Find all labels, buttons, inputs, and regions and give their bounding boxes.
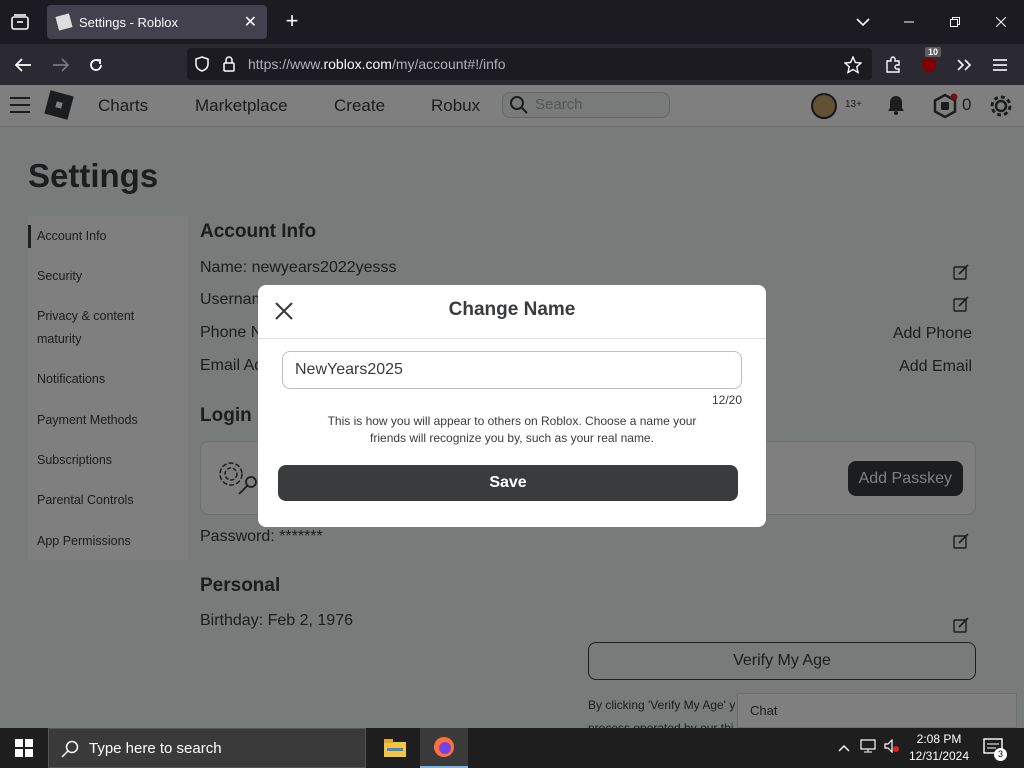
reload-icon[interactable] [83,52,109,78]
restore-icon[interactable] [932,0,978,44]
shield-icon[interactable] [195,56,209,77]
display-name-input[interactable] [282,351,742,389]
overflow-chevrons-icon[interactable] [951,52,977,78]
firefox-icon[interactable] [420,728,468,768]
volume-muted-icon[interactable] [884,738,900,758]
system-tray [838,728,900,768]
save-button[interactable]: Save [278,465,738,501]
bookmark-star-icon[interactable] [840,52,866,78]
notification-count-badge: 3 [994,748,1007,761]
extensions-puzzle-icon[interactable] [880,52,906,78]
action-center-icon[interactable]: 3 [982,736,1007,761]
windows-taskbar: Type here to search 2:08 PM 12/31/2024 3 [0,728,1024,768]
modal-description: This is how you will appear to others on… [327,414,697,445]
url-bar[interactable]: https://www.roblox.com/my/account#!/info [187,48,872,80]
network-icon[interactable] [860,738,876,758]
windows-start-icon[interactable] [0,728,48,768]
app-menu-icon[interactable] [987,52,1013,78]
clock-time: 2:08 PM [916,732,962,746]
window-close-icon[interactable] [978,0,1024,44]
change-name-modal: Change Name 12/20 This is how you will a… [258,285,766,527]
clock-date: 12/31/2024 [908,749,970,763]
minimize-icon[interactable] [886,0,932,44]
taskbar-search-placeholder: Type here to search [89,740,222,757]
tray-chevron-up-icon[interactable] [838,739,850,757]
tab-title: Settings - Roblox [79,14,178,30]
char-count: 12/20 [711,393,742,407]
roblox-favicon-icon [55,13,73,31]
browser-tab-active[interactable]: Settings - Roblox ✕ [47,5,267,39]
modal-divider [258,338,766,339]
tab-overflow-chevron-icon[interactable] [840,0,886,44]
extension-badge: 10 [925,47,942,57]
taskbar-search-input[interactable]: Type here to search [48,728,366,768]
browser-navbar: https://www.roblox.com/my/account#!/info… [0,44,1024,85]
back-icon[interactable] [10,52,36,78]
url-text[interactable]: https://www.roblox.com/my/account#!/info [248,56,506,72]
modal-title: Change Name [448,299,576,320]
taskbar-search-icon [61,740,79,758]
browser-tabstrip: Settings - Roblox ✕ + [0,0,1024,44]
tab-list-icon[interactable] [8,10,32,34]
new-tab-icon[interactable]: + [280,10,304,34]
roblox-page: Charts Marketplace Create Robux Search 1… [0,85,1024,728]
file-explorer-icon[interactable] [371,728,419,768]
forward-icon[interactable] [48,52,74,78]
taskbar-clock[interactable]: 2:08 PM 12/31/2024 [900,731,978,765]
lock-icon[interactable] [223,56,235,77]
tab-close-icon[interactable]: ✕ [244,12,257,32]
